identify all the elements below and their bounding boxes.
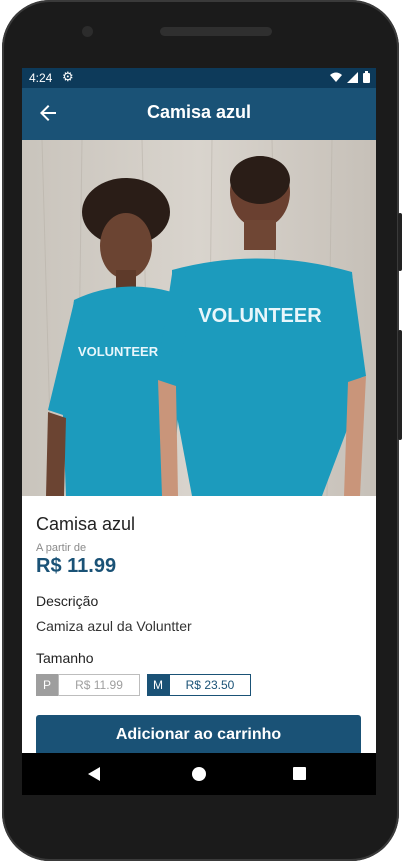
power-button <box>398 213 402 271</box>
gear-icon: ⚙ <box>62 69 74 84</box>
product-name: Camisa azul <box>36 514 136 534</box>
nav-home-icon[interactable] <box>192 767 206 781</box>
app-screen: 4:24 ⚙ Camisa azul VOLUNTEER VOLUNTEER C… <box>22 68 376 753</box>
size-letter: P <box>36 674 58 696</box>
volume-button <box>398 330 402 440</box>
description-text: Camiza azul da Voluntter <box>36 618 192 634</box>
product-price: R$ 11.99 <box>36 555 117 577</box>
product-image: VOLUNTEER VOLUNTEER <box>22 140 376 496</box>
wifi-icon <box>330 72 342 82</box>
size-price: R$ 11.99 <box>58 674 140 696</box>
price-from-label: A partir de <box>36 542 87 554</box>
size-option-m[interactable]: M R$ 23.50 <box>147 674 251 696</box>
status-bar: 4:24 ⚙ <box>22 68 376 88</box>
signal-icon <box>347 71 358 83</box>
app-bar: Camisa azul <box>22 88 376 140</box>
nav-back-icon[interactable] <box>88 767 100 781</box>
size-price: R$ 23.50 <box>169 674 251 696</box>
battery-icon <box>363 71 370 83</box>
product-photo: VOLUNTEER VOLUNTEER <box>22 140 376 496</box>
shirt-print-man: VOLUNTEER <box>198 305 322 327</box>
status-icons <box>330 71 370 83</box>
size-letter: M <box>147 674 169 696</box>
front-camera <box>82 26 93 37</box>
size-label: Tamanho <box>36 650 94 666</box>
description-label: Descrição <box>36 593 99 609</box>
nav-recent-apps-icon[interactable] <box>293 767 306 780</box>
add-to-cart-button[interactable]: Adicionar ao carrinho <box>36 715 361 753</box>
system-nav-bar <box>22 753 376 795</box>
status-time: 4:24 <box>29 71 53 85</box>
page-title: Camisa azul <box>146 102 252 122</box>
shirt-print-woman: VOLUNTEER <box>78 344 159 359</box>
size-option-p[interactable]: P R$ 11.99 <box>36 674 140 696</box>
earpiece-speaker <box>160 27 272 36</box>
